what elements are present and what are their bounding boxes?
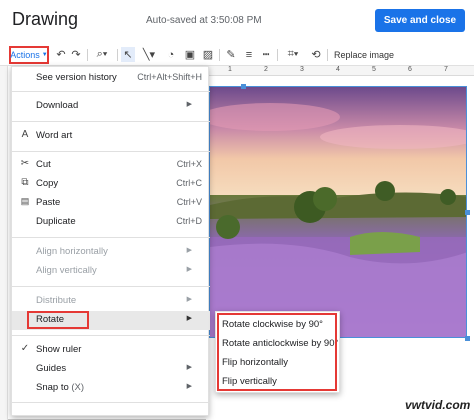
- submenu-arrow-icon: ▶: [186, 296, 192, 303]
- menu-item-duplicate[interactable]: Duplicate Ctrl+D: [12, 213, 210, 232]
- actions-menu: See version history Ctrl+Alt+Shift+H Dow…: [11, 66, 210, 416]
- toolbar-divider: [327, 49, 328, 61]
- submenu-arrow-icon: ▶: [186, 266, 192, 273]
- submenu-arrow-icon: ▶: [186, 101, 192, 108]
- submenu-arrow-icon: ▶: [186, 364, 192, 371]
- menu-divider: [12, 402, 210, 403]
- menu-divider: [12, 237, 210, 238]
- menu-item-label: Show ruler: [36, 344, 82, 355]
- menu-item-align-horizontally[interactable]: Align horizontally ▶: [12, 243, 210, 262]
- text-box-icon[interactable]: ▣: [183, 47, 197, 62]
- header: Drawing Auto-saved at 3:50:08 PM Save an…: [0, 0, 474, 44]
- save-and-close-button[interactable]: Save and close: [375, 9, 465, 32]
- menu-item-label: Paste: [36, 197, 61, 208]
- menu-item-copy[interactable]: ⧉ Copy Ctrl+C: [12, 175, 210, 194]
- menu-item-label: See version history: [36, 72, 117, 83]
- menu-item-label: Cut: [36, 159, 51, 170]
- toolbar-divider: [117, 49, 118, 61]
- line-icon[interactable]: ╲▾: [139, 47, 159, 62]
- undo-icon[interactable]: ↶: [55, 47, 67, 62]
- menu-item-label: Word art: [36, 130, 73, 141]
- ruler-number: 3: [300, 66, 304, 73]
- zoom-icon[interactable]: ⌕▾: [92, 47, 112, 62]
- menu-item-label: Distribute: [36, 295, 77, 306]
- pen-icon[interactable]: ✎: [224, 47, 238, 62]
- rotate-highlight-box: [27, 311, 89, 329]
- checkmark-icon: ✓: [20, 343, 30, 354]
- toolbar: Actions ▼ ↶ ↷ ⌕▾ ↖ ╲▾ ◔ ▣ ▨ ✎ ≡ ┅ ⌗▾ ⟲ R…: [0, 44, 474, 66]
- menu-item-distribute[interactable]: Distribute ▶: [12, 292, 210, 311]
- watermark-logo: vwtvid.com: [405, 398, 471, 412]
- select-icon[interactable]: ↖: [121, 47, 135, 62]
- menu-item-align-vertically[interactable]: Align vertically ▶: [12, 262, 210, 281]
- menu-item-shortcut: Ctrl+V: [176, 197, 202, 207]
- line-weight-icon[interactable]: ≡: [242, 47, 256, 62]
- submenu-arrow-icon: ▶: [186, 247, 192, 254]
- menu-item-see-version-history[interactable]: See version history Ctrl+Alt+Shift+H: [12, 69, 210, 88]
- menu-item-label: Download: [36, 100, 79, 111]
- toolbar-divider: [219, 49, 220, 61]
- scissors-icon: ✂: [20, 158, 30, 169]
- replace-image-button[interactable]: Replace image: [334, 50, 394, 60]
- submenu-arrow-icon: ▶: [186, 315, 192, 322]
- autosave-status: Auto-saved at 3:50:08 PM: [146, 15, 262, 26]
- reset-image-icon[interactable]: ⟲: [309, 47, 323, 62]
- menu-divider: [12, 121, 210, 122]
- resize-handle[interactable]: [465, 336, 470, 341]
- menu-item-shortcut: Ctrl+D: [176, 216, 202, 226]
- actions-label: Actions: [10, 50, 40, 60]
- snap-to-text: Snap to: [36, 382, 69, 393]
- menu-divider: [12, 335, 210, 336]
- ruler-number: 6: [408, 66, 412, 73]
- menu-item-guides[interactable]: Guides ▶: [12, 360, 210, 379]
- resize-handle[interactable]: [241, 84, 246, 89]
- menu-item-shortcut: Ctrl+Alt+Shift+H: [137, 72, 202, 82]
- menu-item-show-ruler[interactable]: ✓ Show ruler: [12, 341, 210, 360]
- toolbar-divider: [87, 49, 88, 61]
- ruler-number: 2: [264, 66, 268, 73]
- submenu-highlight-box: [217, 313, 337, 391]
- ruler-number: 7: [444, 66, 448, 73]
- menu-item-label: Snap to (X): [36, 382, 84, 393]
- menu-item-word-art[interactable]: A Word art: [12, 127, 210, 146]
- snap-to-shortcut-hint: (X): [71, 382, 85, 393]
- chevron-down-icon: ▼: [41, 52, 48, 58]
- submenu-arrow-icon: ▶: [186, 383, 192, 390]
- crop-icon[interactable]: ⌗▾: [282, 47, 304, 62]
- menu-divider: [12, 286, 210, 287]
- clipboard-icon: ▤: [20, 196, 30, 206]
- menu-item-snap-to[interactable]: Snap to (X) ▶: [12, 379, 210, 398]
- toolbar-divider: [277, 49, 278, 61]
- vertical-ruler: [0, 66, 8, 420]
- actions-menu-button[interactable]: Actions ▼: [9, 46, 49, 64]
- landscape-image[interactable]: [209, 86, 467, 338]
- image-icon[interactable]: ▨: [201, 47, 215, 62]
- menu-item-label: Guides: [36, 363, 67, 374]
- ruler-number: 1: [228, 66, 232, 73]
- menu-item-label: Align horizontally: [36, 246, 108, 257]
- window-title: Drawing: [12, 9, 79, 29]
- menu-item-label: Duplicate: [36, 216, 76, 227]
- menu-item-label: Copy: [36, 178, 59, 189]
- line-dash-icon[interactable]: ┅: [259, 47, 273, 62]
- horizontal-ruler: 1 2 3 4 5 6 7: [206, 66, 474, 76]
- ruler-number: 5: [372, 66, 376, 73]
- menu-item-paste[interactable]: ▤ Paste Ctrl+V: [12, 194, 210, 213]
- copy-icon: ⧉: [21, 177, 29, 188]
- shape-icon[interactable]: ◔: [164, 47, 178, 62]
- menu-divider: [12, 151, 210, 152]
- word-art-icon: A: [21, 129, 29, 140]
- menu-item-shortcut: Ctrl+X: [176, 159, 202, 169]
- menu-item-shortcut: Ctrl+C: [176, 178, 202, 188]
- menu-item-label: Align vertically: [36, 265, 97, 276]
- menu-item-download[interactable]: Download ▶: [12, 97, 210, 116]
- ruler-number: 4: [336, 66, 340, 73]
- resize-handle[interactable]: [465, 210, 470, 215]
- redo-icon[interactable]: ↷: [70, 47, 82, 62]
- menu-item-cut[interactable]: ✂ Cut Ctrl+X: [12, 156, 210, 175]
- menu-divider: [12, 91, 210, 92]
